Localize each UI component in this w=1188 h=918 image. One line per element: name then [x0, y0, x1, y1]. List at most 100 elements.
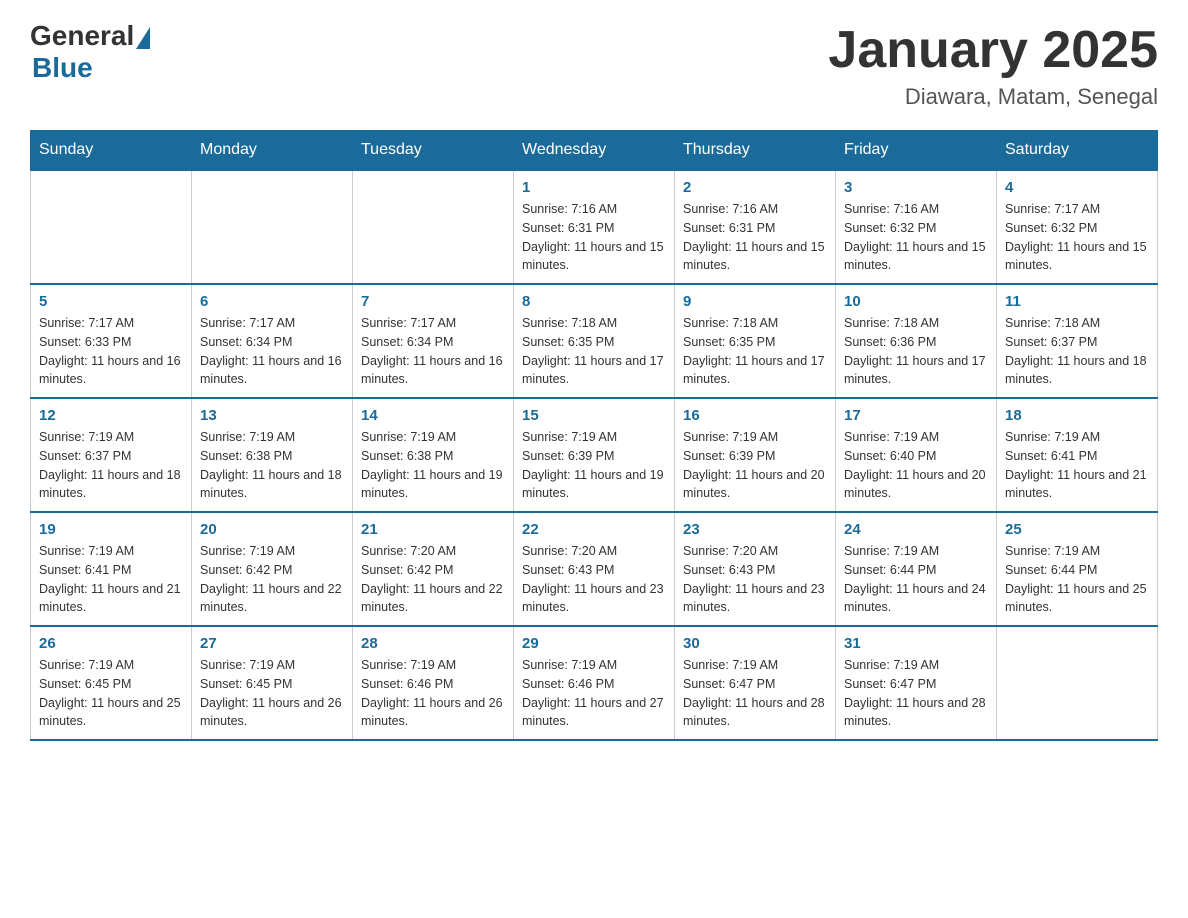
calendar-cell: 17 Sunrise: 7:19 AM Sunset: 6:40 PM Dayli…	[836, 398, 997, 512]
day-info: Sunrise: 7:17 AM Sunset: 6:33 PM Dayligh…	[39, 314, 183, 389]
calendar-cell: 14 Sunrise: 7:19 AM Sunset: 6:38 PM Dayli…	[353, 398, 514, 512]
day-number: 24	[844, 521, 988, 538]
day-info: Sunrise: 7:16 AM Sunset: 6:32 PM Dayligh…	[844, 200, 988, 275]
calendar-cell: 10 Sunrise: 7:18 AM Sunset: 6:36 PM Dayli…	[836, 284, 997, 398]
day-info: Sunrise: 7:19 AM Sunset: 6:47 PM Dayligh…	[844, 656, 988, 731]
day-number: 26	[39, 635, 183, 652]
day-info: Sunrise: 7:19 AM Sunset: 6:46 PM Dayligh…	[361, 656, 505, 731]
weekday-header-thursday: Thursday	[675, 131, 836, 171]
day-info: Sunrise: 7:17 AM Sunset: 6:34 PM Dayligh…	[361, 314, 505, 389]
day-info: Sunrise: 7:20 AM Sunset: 6:43 PM Dayligh…	[522, 542, 666, 617]
calendar-cell: 7 Sunrise: 7:17 AM Sunset: 6:34 PM Daylig…	[353, 284, 514, 398]
day-info: Sunrise: 7:17 AM Sunset: 6:34 PM Dayligh…	[200, 314, 344, 389]
day-info: Sunrise: 7:19 AM Sunset: 6:38 PM Dayligh…	[200, 428, 344, 503]
calendar-cell: 19 Sunrise: 7:19 AM Sunset: 6:41 PM Dayli…	[31, 512, 192, 626]
calendar-table: SundayMondayTuesdayWednesdayThursdayFrid…	[30, 130, 1158, 741]
day-info: Sunrise: 7:19 AM Sunset: 6:41 PM Dayligh…	[39, 542, 183, 617]
day-info: Sunrise: 7:19 AM Sunset: 6:37 PM Dayligh…	[39, 428, 183, 503]
day-info: Sunrise: 7:19 AM Sunset: 6:47 PM Dayligh…	[683, 656, 827, 731]
calendar-location: Diawara, Matam, Senegal	[828, 84, 1158, 110]
day-number: 12	[39, 407, 183, 424]
calendar-cell: 6Sunrise: 7:17 AM Sunset: 6:34 PM Daylig…	[192, 284, 353, 398]
day-number: 16	[683, 407, 827, 424]
calendar-cell: 23Sunrise: 7:20 AM Sunset: 6:43 PM Dayli…	[675, 512, 836, 626]
calendar-cell: 11 Sunrise: 7:18 AM Sunset: 6:37 PM Dayli…	[997, 284, 1158, 398]
calendar-week-5: 26 Sunrise: 7:19 AM Sunset: 6:45 PM Dayli…	[31, 626, 1158, 740]
weekday-header-wednesday: Wednesday	[514, 131, 675, 171]
calendar-cell: 16 Sunrise: 7:19 AM Sunset: 6:39 PM Dayli…	[675, 398, 836, 512]
day-number: 5	[39, 293, 183, 310]
calendar-cell	[353, 170, 514, 284]
calendar-week-1: 1 Sunrise: 7:16 AM Sunset: 6:31 PM Daylig…	[31, 170, 1158, 284]
day-number: 30	[683, 635, 827, 652]
day-number: 28	[361, 635, 505, 652]
day-info: Sunrise: 7:19 AM Sunset: 6:44 PM Dayligh…	[844, 542, 988, 617]
day-number: 14	[361, 407, 505, 424]
day-info: Sunrise: 7:19 AM Sunset: 6:39 PM Dayligh…	[683, 428, 827, 503]
day-number: 1	[522, 179, 666, 196]
weekday-header-monday: Monday	[192, 131, 353, 171]
day-info: Sunrise: 7:17 AM Sunset: 6:32 PM Dayligh…	[1005, 200, 1149, 275]
calendar-cell: 27Sunrise: 7:19 AM Sunset: 6:45 PM Dayli…	[192, 626, 353, 740]
day-number: 9	[683, 293, 827, 310]
day-info: Sunrise: 7:16 AM Sunset: 6:31 PM Dayligh…	[522, 200, 666, 275]
day-info: Sunrise: 7:20 AM Sunset: 6:43 PM Dayligh…	[683, 542, 827, 617]
title-section: January 2025 Diawara, Matam, Senegal	[828, 20, 1158, 110]
day-number: 10	[844, 293, 988, 310]
day-number: 21	[361, 521, 505, 538]
weekday-header-tuesday: Tuesday	[353, 131, 514, 171]
day-number: 8	[522, 293, 666, 310]
calendar-cell: 1 Sunrise: 7:16 AM Sunset: 6:31 PM Daylig…	[514, 170, 675, 284]
day-number: 25	[1005, 521, 1149, 538]
weekday-header-sunday: Sunday	[31, 131, 192, 171]
day-number: 29	[522, 635, 666, 652]
calendar-cell: 13 Sunrise: 7:19 AM Sunset: 6:38 PM Dayli…	[192, 398, 353, 512]
calendar-cell: 12 Sunrise: 7:19 AM Sunset: 6:37 PM Dayli…	[31, 398, 192, 512]
day-number: 31	[844, 635, 988, 652]
weekday-header-saturday: Saturday	[997, 131, 1158, 171]
day-number: 19	[39, 521, 183, 538]
day-number: 15	[522, 407, 666, 424]
calendar-week-3: 12 Sunrise: 7:19 AM Sunset: 6:37 PM Dayli…	[31, 398, 1158, 512]
day-info: Sunrise: 7:19 AM Sunset: 6:45 PM Dayligh…	[200, 656, 344, 731]
calendar-cell: 24 Sunrise: 7:19 AM Sunset: 6:44 PM Dayli…	[836, 512, 997, 626]
day-info: Sunrise: 7:16 AM Sunset: 6:31 PM Dayligh…	[683, 200, 827, 275]
day-info: Sunrise: 7:18 AM Sunset: 6:37 PM Dayligh…	[1005, 314, 1149, 389]
day-number: 17	[844, 407, 988, 424]
weekday-header-row: SundayMondayTuesdayWednesdayThursdayFrid…	[31, 131, 1158, 171]
day-number: 11	[1005, 293, 1149, 310]
calendar-cell	[997, 626, 1158, 740]
day-info: Sunrise: 7:18 AM Sunset: 6:36 PM Dayligh…	[844, 314, 988, 389]
calendar-cell	[31, 170, 192, 284]
day-info: Sunrise: 7:19 AM Sunset: 6:46 PM Dayligh…	[522, 656, 666, 731]
calendar-cell: 21Sunrise: 7:20 AM Sunset: 6:42 PM Dayli…	[353, 512, 514, 626]
calendar-cell: 29 Sunrise: 7:19 AM Sunset: 6:46 PM Dayli…	[514, 626, 675, 740]
calendar-week-4: 19 Sunrise: 7:19 AM Sunset: 6:41 PM Dayli…	[31, 512, 1158, 626]
day-number: 22	[522, 521, 666, 538]
calendar-cell: 26 Sunrise: 7:19 AM Sunset: 6:45 PM Dayli…	[31, 626, 192, 740]
calendar-cell: 20 Sunrise: 7:19 AM Sunset: 6:42 PM Dayli…	[192, 512, 353, 626]
calendar-cell: 8Sunrise: 7:18 AM Sunset: 6:35 PM Daylig…	[514, 284, 675, 398]
day-number: 13	[200, 407, 344, 424]
calendar-cell: 30 Sunrise: 7:19 AM Sunset: 6:47 PM Dayli…	[675, 626, 836, 740]
day-info: Sunrise: 7:19 AM Sunset: 6:41 PM Dayligh…	[1005, 428, 1149, 503]
calendar-cell: 4Sunrise: 7:17 AM Sunset: 6:32 PM Daylig…	[997, 170, 1158, 284]
calendar-cell: 15 Sunrise: 7:19 AM Sunset: 6:39 PM Dayli…	[514, 398, 675, 512]
logo-blue-text: Blue	[32, 52, 93, 84]
day-info: Sunrise: 7:19 AM Sunset: 6:38 PM Dayligh…	[361, 428, 505, 503]
day-info: Sunrise: 7:19 AM Sunset: 6:44 PM Dayligh…	[1005, 542, 1149, 617]
day-info: Sunrise: 7:18 AM Sunset: 6:35 PM Dayligh…	[683, 314, 827, 389]
logo: General Blue	[30, 20, 150, 84]
day-number: 7	[361, 293, 505, 310]
day-info: Sunrise: 7:19 AM Sunset: 6:39 PM Dayligh…	[522, 428, 666, 503]
day-number: 20	[200, 521, 344, 538]
calendar-cell: 18 Sunrise: 7:19 AM Sunset: 6:41 PM Dayli…	[997, 398, 1158, 512]
day-info: Sunrise: 7:19 AM Sunset: 6:42 PM Dayligh…	[200, 542, 344, 617]
day-info: Sunrise: 7:19 AM Sunset: 6:40 PM Dayligh…	[844, 428, 988, 503]
day-number: 18	[1005, 407, 1149, 424]
day-number: 2	[683, 179, 827, 196]
calendar-cell: 3Sunrise: 7:16 AM Sunset: 6:32 PM Daylig…	[836, 170, 997, 284]
calendar-cell: 28 Sunrise: 7:19 AM Sunset: 6:46 PM Dayli…	[353, 626, 514, 740]
page-header: General Blue January 2025 Diawara, Matam…	[30, 20, 1158, 110]
day-info: Sunrise: 7:19 AM Sunset: 6:45 PM Dayligh…	[39, 656, 183, 731]
